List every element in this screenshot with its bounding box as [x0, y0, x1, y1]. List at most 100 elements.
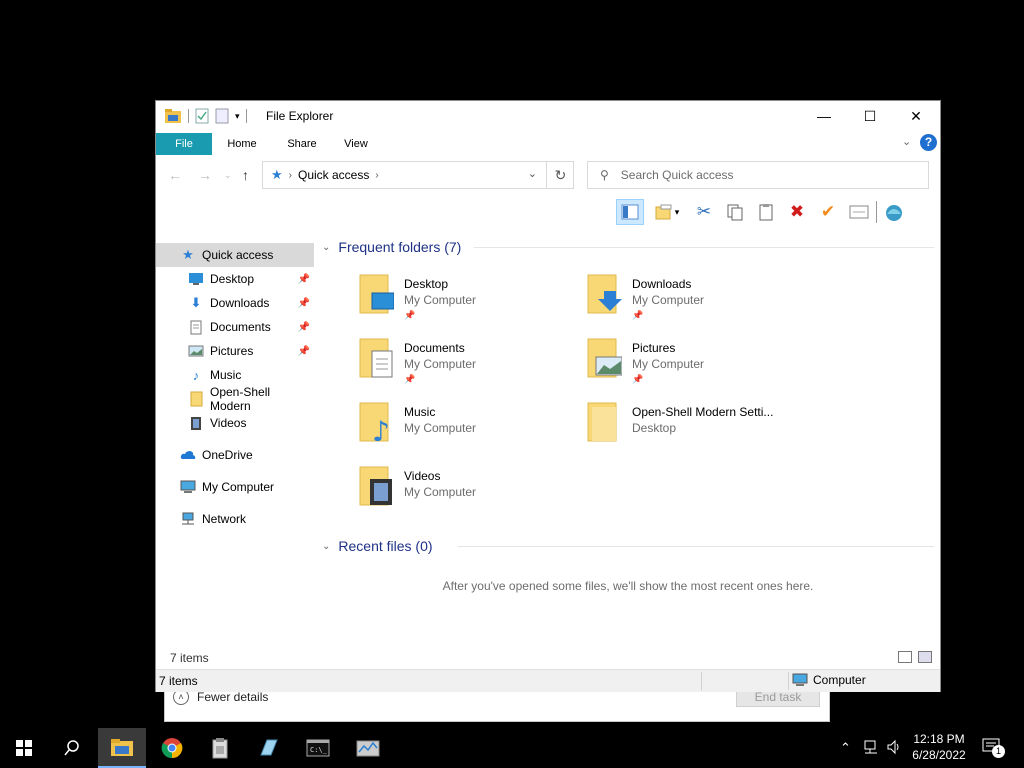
tab-share[interactable]: Share [284, 133, 320, 155]
group-title: Frequent folders (7) [338, 239, 462, 255]
nav-item-downloads[interactable]: ⬇ Downloads 📌 [156, 291, 314, 315]
start-button[interactable] [0, 728, 48, 768]
frequent-folders-header[interactable]: ⌄ Frequent folders (7) [322, 239, 461, 255]
folder-icon [188, 391, 204, 407]
address-bar[interactable]: ★ › Quick access › ⌄ [262, 161, 574, 189]
large-icons-view-icon[interactable] [918, 651, 932, 663]
tab-home[interactable]: Home [224, 133, 260, 155]
nav-item-open-shell-modern[interactable]: Open-Shell Modern [156, 385, 314, 413]
pin-icon: 📌 [297, 273, 310, 285]
expand-ribbon-icon[interactable]: ⌄ [902, 135, 911, 148]
nav-item-network[interactable]: Network [156, 507, 314, 531]
nav-item-onedrive[interactable]: OneDrive [156, 443, 314, 467]
nav-item-music[interactable]: ♪ Music [156, 363, 314, 387]
back-arrow-icon[interactable]: ← [168, 167, 182, 183]
computer-icon [792, 673, 808, 686]
navigation-pane-icon [621, 204, 639, 220]
action-center-button[interactable]: 1 [982, 738, 1006, 758]
show-hidden-icons-chevron-icon[interactable]: ⌃ [840, 740, 851, 756]
refresh-button[interactable]: ↻ [546, 161, 574, 189]
svg-text:♪: ♪ [372, 415, 390, 445]
taskbar-file-explorer[interactable] [98, 728, 146, 768]
taskbar-command-prompt[interactable]: C:\_ [294, 728, 342, 768]
search-box[interactable]: ⚲ Search Quick access [587, 161, 929, 189]
group-divider [474, 247, 934, 248]
recent-files-header[interactable]: ⌄ Recent files (0) [322, 538, 433, 554]
folder-tile-desktop[interactable]: Desktop My Computer 📌 [358, 273, 578, 331]
delete-button[interactable]: ✖ [783, 199, 811, 225]
copy-button[interactable] [721, 199, 749, 225]
volume-icon[interactable] [886, 739, 902, 758]
up-arrow-icon[interactable]: ↑ [242, 167, 249, 183]
folder-location: My Computer [404, 293, 477, 307]
desktop-folder-icon [359, 274, 394, 314]
folder-tile-pictures[interactable]: Pictures My Computer 📌 [586, 337, 806, 395]
star-icon: ★ [182, 247, 194, 262]
address-dropdown-icon[interactable]: ⌄ [528, 167, 537, 180]
folder-tile-open-shell-modern-settings[interactable]: Open-Shell Modern Setti... Desktop [586, 401, 806, 459]
nav-item-videos[interactable]: Videos [156, 411, 314, 435]
email-icon [849, 205, 869, 219]
network-tray-icon[interactable] [863, 739, 879, 758]
folder-location: My Computer [404, 485, 477, 499]
nav-item-my-computer[interactable]: My Computer [156, 475, 314, 499]
minimize-button[interactable]: — [801, 101, 847, 131]
fewer-details-label: Fewer details [197, 690, 269, 704]
taskbar-app-2[interactable] [244, 728, 292, 768]
quick-access-star-icon: ★ [271, 167, 283, 182]
navigation-pane-toggle[interactable] [616, 199, 644, 225]
tab-file[interactable]: File [156, 133, 212, 155]
chevron-down-icon: ⌄ [322, 540, 331, 552]
classic-status-bar: 7 items Computer [156, 669, 940, 692]
folder-tile-downloads[interactable]: Downloads My Computer 📌 [586, 273, 806, 331]
nav-item-label: Music [210, 368, 242, 382]
separator [188, 109, 189, 123]
nav-item-quick-access[interactable]: ★ Quick access [156, 243, 314, 267]
breadcrumb-quick-access[interactable]: Quick access [298, 168, 369, 182]
svg-text:C:\_: C:\_ [310, 746, 328, 754]
documents-icon [188, 319, 204, 335]
pin-icon: 📌 [297, 321, 310, 333]
nav-item-pictures[interactable]: Pictures 📌 [156, 339, 314, 363]
folder-name: Videos [404, 469, 441, 483]
tab-view[interactable]: View [340, 133, 372, 155]
forward-arrow-icon[interactable]: → [198, 167, 212, 183]
clock[interactable]: 12:18 PM 6/28/2022 [903, 731, 975, 763]
close-button[interactable]: ✕ [893, 101, 939, 131]
paste-button[interactable] [752, 199, 780, 225]
search-button[interactable] [48, 728, 96, 768]
open-shell-settings-button[interactable] [880, 199, 908, 225]
new-folder-icon[interactable] [215, 108, 229, 124]
title-bar: ▾ File Explorer — ☐ ✕ [156, 101, 940, 131]
properties-icon[interactable] [195, 108, 209, 124]
navigation-bar: ← → ⌄ ↑ ★ › Quick access › ⌄ ↻ ⚲ Search … [156, 155, 940, 197]
taskbar-chrome[interactable] [148, 728, 196, 768]
nav-item-desktop[interactable]: Desktop 📌 [156, 267, 314, 291]
clipboard-app-icon [212, 738, 228, 759]
cut-button[interactable]: ✂ [690, 199, 718, 225]
recent-files-empty-message: After you've opened some files, we'll sh… [442, 579, 814, 593]
window-title: File Explorer [266, 109, 334, 123]
recent-locations-dropdown[interactable]: ⌄ [224, 170, 232, 181]
content-pane: ⌄ Frequent folders (7) Desktop My Comput… [318, 235, 938, 655]
clock-time: 12:18 PM [913, 732, 965, 746]
properties-button[interactable]: ✔ [814, 199, 842, 225]
taskbar-app-3[interactable] [344, 728, 392, 768]
separator [876, 201, 877, 223]
customize-toolbar-dropdown[interactable]: ▾ [235, 111, 240, 122]
email-button[interactable] [845, 199, 873, 225]
nav-item-documents[interactable]: Documents 📌 [156, 315, 314, 339]
dropdown-arrow-icon: ▾ [674, 206, 680, 217]
taskbar-app-1[interactable] [196, 728, 244, 768]
navigation-pane: ★ Quick access Desktop 📌 ⬇ Downloads 📌 D… [156, 241, 316, 661]
maximize-button[interactable]: ☐ [847, 101, 893, 131]
notification-count-badge: 1 [992, 745, 1005, 758]
folder-tile-music[interactable]: ♪ Music My Computer [358, 401, 578, 459]
details-view-icon[interactable] [898, 651, 912, 663]
search-icon: ⚲ [600, 168, 609, 182]
help-button[interactable]: ? [920, 134, 937, 151]
folder-tile-documents[interactable]: Documents My Computer 📌 [358, 337, 578, 395]
folder-location: Desktop [632, 421, 677, 435]
folder-tile-videos[interactable]: Videos My Computer [358, 465, 578, 523]
folder-options-button[interactable]: ▾ [647, 199, 687, 225]
